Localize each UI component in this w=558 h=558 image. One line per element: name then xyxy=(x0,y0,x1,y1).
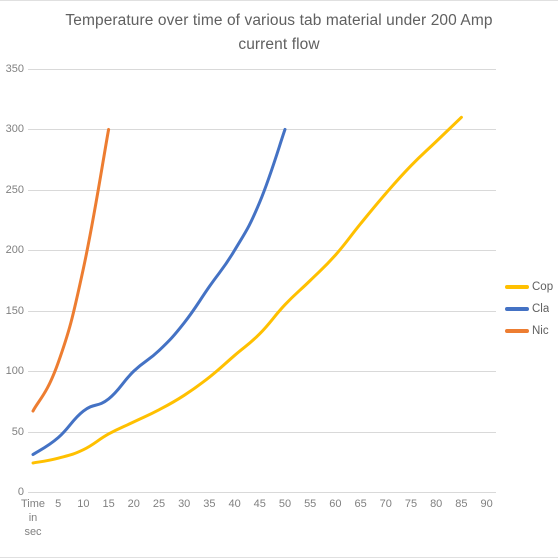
legend-swatch xyxy=(505,307,529,311)
chart-title: Temperature over time of various tab mat… xyxy=(65,12,493,53)
chart-legend: Cop Cla Nic xyxy=(505,276,558,342)
x-tick-label: 90 xyxy=(480,498,493,510)
gridline xyxy=(28,492,496,493)
legend-item-clad[interactable]: Cla xyxy=(505,298,558,320)
legend-item-copper[interactable]: Cop xyxy=(505,276,558,298)
y-tick-label: 250 xyxy=(5,183,24,196)
chart-container: Temperature over time of various tab mat… xyxy=(0,0,558,558)
y-tick-label: 150 xyxy=(5,304,24,317)
plot-area xyxy=(28,69,496,493)
legend-swatch xyxy=(505,285,529,289)
y-tick-label: 350 xyxy=(5,63,24,75)
y-tick-label: 300 xyxy=(5,123,24,136)
y-tick-label: 100 xyxy=(5,365,24,378)
series-line-copper xyxy=(31,115,463,465)
legend-label: Nic xyxy=(532,325,549,337)
series-line-clad xyxy=(31,127,287,457)
series-line-nickel xyxy=(31,127,111,413)
y-tick-label: 50 xyxy=(11,425,24,438)
legend-swatch xyxy=(505,329,529,333)
x-axis: Time in sec 5 10 15 20 25 30 35 40 45 50 55 60 65 70 75 80… xyxy=(0,497,558,557)
series-lines xyxy=(31,115,463,465)
y-axis: 0 50 100 150 200 250 300 350 xyxy=(0,63,24,498)
legend-item-nickel[interactable]: Nic xyxy=(505,320,558,342)
legend-label: Cop xyxy=(532,281,554,293)
legend-label: Cla xyxy=(532,303,550,315)
y-tick-label: 200 xyxy=(5,244,24,257)
